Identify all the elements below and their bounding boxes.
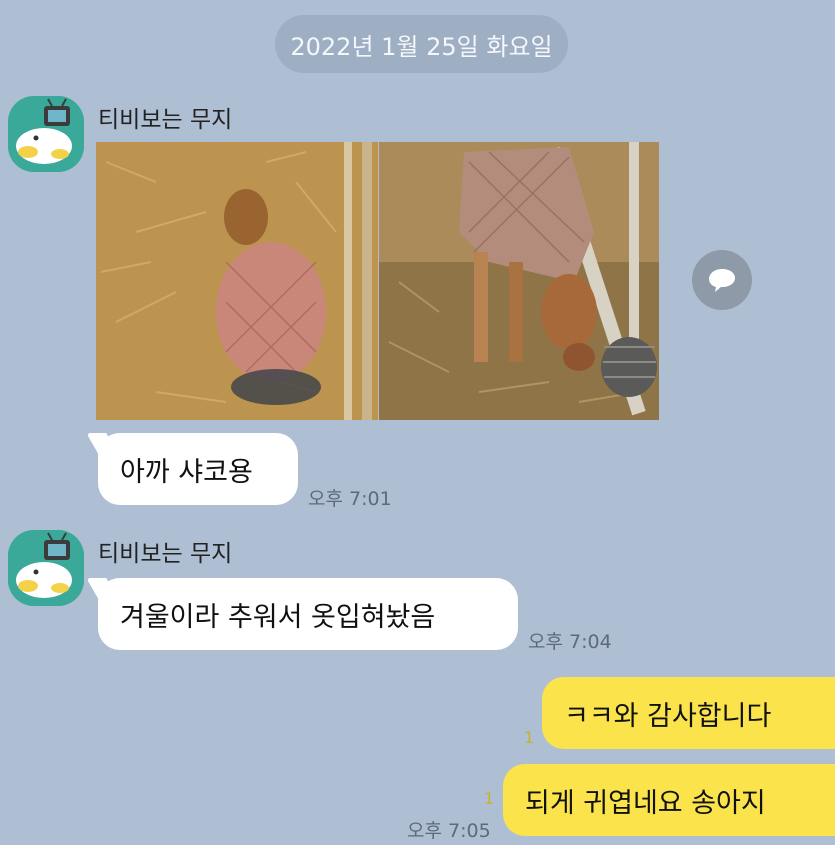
chat-bubble-icon — [709, 269, 735, 292]
muzi-tv-avatar-icon — [8, 530, 84, 606]
message-time: 오후 7:04 — [528, 631, 612, 653]
share-button[interactable] — [692, 250, 752, 310]
sender-avatar[interactable] — [8, 530, 84, 606]
unread-count: 1 — [524, 728, 535, 747]
message-bubble[interactable]: 겨울이라 추워서 옷입혀놨음 — [98, 578, 518, 650]
message-bubble-outgoing[interactable]: ㅋㅋ와 감사합니다 — [542, 677, 835, 749]
calf-eating-photo[interactable] — [379, 142, 659, 420]
message-time: 오후 7:05 — [407, 820, 491, 842]
sender-name: 티비보는 무지 — [98, 107, 233, 133]
date-header: 2022년 1월 25일 화요일 — [275, 15, 568, 73]
calf-lying-photo[interactable] — [96, 142, 378, 420]
sender-name: 티비보는 무지 — [98, 541, 233, 567]
unread-count: 1 — [484, 789, 495, 808]
message-bubble-outgoing[interactable]: 되게 귀엽네요 송아지 — [503, 764, 835, 836]
sender-avatar[interactable] — [8, 96, 84, 172]
message-bubble[interactable]: 아까 샤코용 — [98, 433, 298, 505]
message-time: 오후 7:01 — [308, 488, 392, 510]
muzi-tv-avatar-icon — [8, 96, 84, 172]
